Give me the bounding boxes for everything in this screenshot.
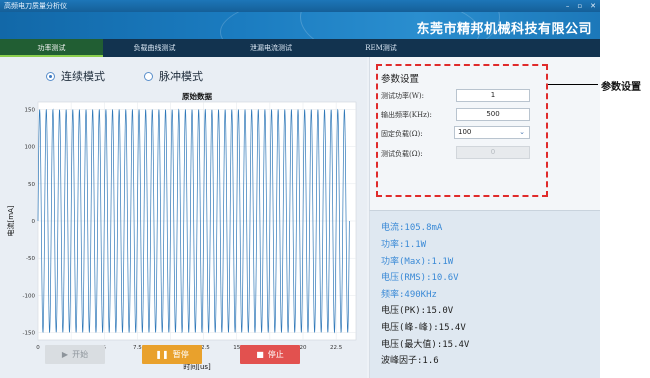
tab-load-curve-test[interactable]: 负载曲线测试 xyxy=(103,39,206,57)
x-tick-label: 20 xyxy=(300,345,307,351)
y-tick-label: -150 xyxy=(23,331,36,337)
y-tick-label: 100 xyxy=(25,145,36,151)
tab-leakage-current-test[interactable]: 泄漏电流测试 xyxy=(206,39,336,57)
tab-power-test[interactable]: 功率测试 xyxy=(0,39,103,57)
tab-bar: 功率测试 负载曲线测试 泄漏电流测试 REM测试 xyxy=(0,39,600,57)
reading-value: 电压(最大值):15.4V xyxy=(381,340,470,350)
window-controls: – ▫ ✕ xyxy=(566,0,596,12)
radio-unselected-icon xyxy=(144,71,153,81)
x-tick-label: 0 xyxy=(36,345,40,351)
play-icon: ▶ xyxy=(61,350,69,359)
reading-value: 频率:490KHz xyxy=(381,290,437,300)
header-banner: 东莞市精邦机械科技有限公司 xyxy=(0,12,600,39)
pulse-mode-label: 脉冲模式 xyxy=(159,70,203,83)
y-tick-label: -100 xyxy=(23,293,36,299)
pause-button[interactable]: ❚❚ 暂停 xyxy=(142,345,202,364)
annotation-leader-line xyxy=(548,84,598,85)
y-tick-label: 150 xyxy=(25,107,36,113)
x-tick-label: 22.5 xyxy=(330,345,343,351)
y-tick-label: 0 xyxy=(32,219,36,225)
stop-button[interactable]: ■ 停止 xyxy=(240,345,300,364)
waveform-chart: 原始数据 -150-100-50050100150 02.557.51012.5… xyxy=(6,91,357,371)
pause-button-label: 暂停 xyxy=(172,350,189,359)
minimize-icon[interactable]: – xyxy=(566,0,570,12)
chart-title: 原始数据 xyxy=(182,91,212,101)
reading-value: 功率:1.1W xyxy=(381,240,427,250)
tab-rem-test[interactable]: REM测试 xyxy=(336,39,426,57)
annotation-box xyxy=(376,64,548,197)
company-name: 东莞市精邦机械科技有限公司 xyxy=(416,22,592,37)
reading-value: 电压(峰-峰):15.4V xyxy=(381,323,466,333)
reading-value: 电流:105.8mA xyxy=(381,223,443,233)
annotation-label: 参数设置 xyxy=(601,82,641,93)
stop-icon: ■ xyxy=(256,350,264,359)
y-tick-label: 50 xyxy=(28,182,35,188)
y-axis-ticks: -150 -100 -50 0 50 100 150 xyxy=(23,107,36,336)
measurement-panel: 连续模式 脉冲模式 原始数据 -150-100-50050100150 02.5… xyxy=(0,57,367,378)
start-button[interactable]: ▶ 开始 xyxy=(45,345,105,364)
close-icon[interactable]: ✕ xyxy=(590,0,596,12)
start-button-label: 开始 xyxy=(72,350,89,359)
continuous-mode-radio[interactable]: 连续模式 xyxy=(46,68,105,84)
x-tick-label: 7.5 xyxy=(133,345,142,351)
continuous-mode-label: 连续模式 xyxy=(61,70,105,83)
window-title: 高频电刀质量分析仪 xyxy=(4,2,67,10)
reading-value: 功率(Max):1.1W xyxy=(381,257,454,267)
y-tick-label: -50 xyxy=(26,256,35,262)
reading-value: 波峰因子:1.6 xyxy=(381,356,439,366)
reading-value: 电压(PK):15.0V xyxy=(381,306,454,316)
title-bar: 高频电刀质量分析仪 – ▫ ✕ xyxy=(0,0,600,12)
stop-button-label: 停止 xyxy=(267,350,284,359)
pause-icon: ❚❚ xyxy=(155,350,169,359)
restore-icon[interactable]: ▫ xyxy=(577,0,582,12)
radio-selected-icon xyxy=(46,71,55,81)
y-axis-label: 电流[mA] xyxy=(6,205,15,236)
pulse-mode-radio[interactable]: 脉冲模式 xyxy=(144,68,203,84)
reading-value: 电压(RMS):10.6V xyxy=(381,273,459,283)
